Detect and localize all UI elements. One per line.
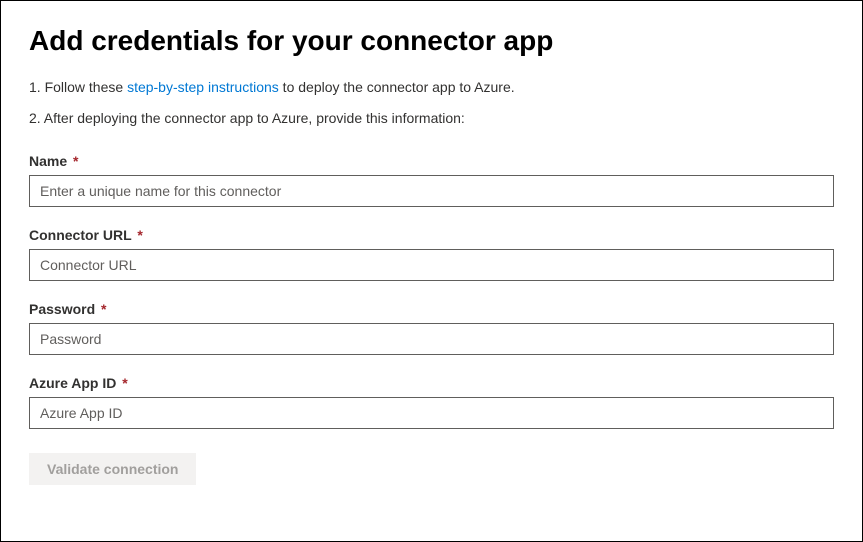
- name-label: Name *: [29, 153, 834, 169]
- azure-app-id-input[interactable]: [29, 397, 834, 429]
- name-input[interactable]: [29, 175, 834, 207]
- instruction-step1-suffix: to deploy the connector app to Azure.: [279, 79, 515, 95]
- password-label-text: Password: [29, 301, 95, 317]
- required-marker: *: [122, 375, 127, 391]
- password-input[interactable]: [29, 323, 834, 355]
- required-marker: *: [101, 301, 106, 317]
- azure-app-id-label: Azure App ID *: [29, 375, 834, 391]
- connector-url-label-text: Connector URL: [29, 227, 131, 243]
- azure-app-id-label-text: Azure App ID: [29, 375, 116, 391]
- name-label-text: Name: [29, 153, 67, 169]
- required-marker: *: [137, 227, 142, 243]
- instruction-step1-prefix: 1. Follow these: [29, 79, 127, 95]
- password-label: Password *: [29, 301, 834, 317]
- instruction-step1: 1. Follow these step-by-step instruction…: [29, 77, 834, 98]
- page-title: Add credentials for your connector app: [29, 25, 834, 57]
- step-by-step-link[interactable]: step-by-step instructions: [127, 79, 279, 95]
- instruction-step2: 2. After deploying the connector app to …: [29, 108, 834, 129]
- connector-url-input[interactable]: [29, 249, 834, 281]
- validate-connection-button[interactable]: Validate connection: [29, 453, 196, 485]
- required-marker: *: [73, 153, 78, 169]
- connector-url-label: Connector URL *: [29, 227, 834, 243]
